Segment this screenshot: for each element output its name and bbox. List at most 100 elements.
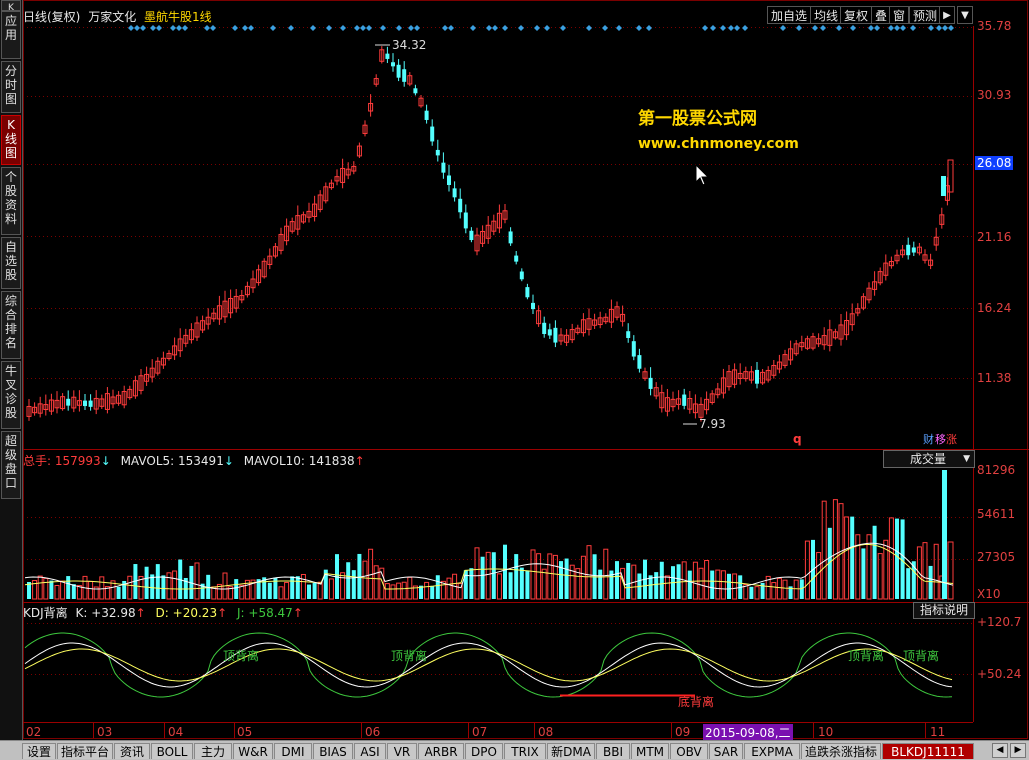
- window-button[interactable]: 窗: [889, 6, 910, 24]
- signal-diamond-icon: [710, 25, 716, 31]
- left-strip-handle[interactable]: K: [1, 0, 21, 13]
- signal-diamond-icon: [868, 25, 874, 31]
- tab-boll[interactable]: BOLL: [151, 743, 193, 759]
- up-arrow-icon: ↑: [217, 606, 228, 620]
- tab-trix[interactable]: TRIX: [504, 743, 546, 759]
- overlay-button[interactable]: 叠: [871, 6, 892, 24]
- time-label: 11: [930, 725, 946, 739]
- left-tab-ranking[interactable]: 综合排名: [1, 291, 21, 359]
- tab-mtm[interactable]: MTM: [631, 743, 669, 759]
- signal-diamond-icon: [366, 25, 372, 31]
- tab-settings[interactable]: 设置: [22, 743, 56, 759]
- volume-bar: [776, 577, 782, 600]
- left-tab-intraday[interactable]: 分时图: [1, 61, 21, 113]
- volume-bar: [239, 584, 245, 600]
- candle-body: [424, 110, 429, 120]
- menu-down-icon[interactable]: ▼: [957, 6, 973, 24]
- signal-diamond-icon: [408, 25, 414, 31]
- tab-dmi[interactable]: DMI: [274, 743, 312, 759]
- left-tab-watchlist[interactable]: 自选股: [1, 237, 21, 289]
- signal-diamond-icon: [210, 25, 216, 31]
- tab-expma[interactable]: EXPMA: [744, 743, 800, 759]
- candle-body: [508, 231, 513, 244]
- left-tab-super-quote[interactable]: 超级盘口: [1, 431, 21, 499]
- tab-bias[interactable]: BIAS: [313, 743, 353, 759]
- volume-bar: [290, 576, 295, 599]
- signal-diamond-icon: [270, 25, 276, 31]
- add-watchlist-button[interactable]: 加自选: [767, 6, 812, 24]
- volume-bar: [469, 568, 474, 599]
- kdj-axis-label: +120.7: [977, 615, 1022, 629]
- left-tab-diagnosis[interactable]: 牛叉诊股: [1, 361, 21, 429]
- indicator-help-button[interactable]: 指标说明: [913, 602, 975, 619]
- tab-main-force[interactable]: 主力: [194, 743, 232, 759]
- time-label: 10: [818, 725, 834, 739]
- volume-bar: [749, 586, 754, 599]
- candle-body: [447, 175, 451, 186]
- kdj-lines: [24, 632, 953, 698]
- tab-wr[interactable]: W&R: [233, 743, 273, 759]
- kdj-name[interactable]: KDJ背离: [23, 606, 68, 620]
- volume-bar: [503, 544, 507, 599]
- tab-blkdj[interactable]: BLKDJ11111: [882, 743, 974, 759]
- tab-obv[interactable]: OBV: [670, 743, 708, 759]
- candle-body: [547, 329, 552, 336]
- tab-indicator-platform[interactable]: 指标平台: [57, 743, 113, 759]
- zhang-badge[interactable]: 涨: [946, 433, 957, 446]
- cai-badge[interactable]: 财: [923, 432, 934, 446]
- rights-adjust-button[interactable]: 复权: [840, 6, 873, 24]
- play-arrow-icon[interactable]: ▶: [939, 6, 955, 24]
- candle-body: [441, 162, 446, 173]
- volume-bar: [519, 567, 524, 599]
- tab-asi[interactable]: ASI: [354, 743, 386, 759]
- tab-dpo[interactable]: DPO: [465, 743, 503, 759]
- indicator-dropdown[interactable]: 成交量 ▼: [883, 450, 975, 468]
- candle-body: [385, 53, 390, 59]
- volume-bar: [928, 565, 933, 599]
- moving-average-button[interactable]: 均线: [810, 6, 843, 24]
- tab-vr[interactable]: VR: [387, 743, 417, 759]
- candle-body: [947, 159, 954, 193]
- volume-bar: [351, 570, 356, 599]
- candle-body: [755, 369, 759, 384]
- scroll-left-icon[interactable]: ◀: [992, 743, 1008, 758]
- tab-arbr[interactable]: ARBR: [418, 743, 464, 759]
- mavol10-label: MAVOL10:: [243, 454, 305, 468]
- tab-news[interactable]: 资讯: [114, 743, 150, 759]
- signal-diamond-icon: [874, 25, 880, 31]
- chart-area[interactable]: 34.32 7.93 第一股票公式网 www.chnmoney.com q 财 …: [23, 0, 1029, 741]
- formula-name[interactable]: 墨航牛股1线: [144, 10, 212, 24]
- tab-chase-indicator[interactable]: 追跌杀涨指标: [801, 743, 881, 759]
- chart-canvas[interactable]: 34.32 7.93 第一股票公式网 www.chnmoney.com q 财 …: [23, 0, 1029, 740]
- forecast-button[interactable]: 预测: [909, 6, 942, 24]
- volume-bar: [654, 572, 659, 599]
- left-tab-kline[interactable]: K线图: [1, 115, 21, 165]
- volume-bar: [861, 548, 866, 599]
- q-badge: q: [793, 432, 802, 446]
- tab-new-dma[interactable]: 新DMA: [547, 743, 595, 759]
- volume-bar: [485, 551, 491, 600]
- tab-sar[interactable]: SAR: [709, 743, 743, 759]
- signal-diamond-icon: [646, 25, 652, 31]
- signal-diamond-icon: [850, 25, 856, 31]
- price-axis-label: 35.78: [977, 19, 1012, 33]
- volume-bar: [278, 586, 284, 600]
- candle-body: [469, 230, 474, 241]
- indicator-dropdown-value: 成交量: [910, 452, 947, 466]
- kdj-annotation-1: 顶背离: [223, 648, 259, 663]
- yi-badge[interactable]: 移: [935, 433, 946, 446]
- time-label: 04: [168, 725, 184, 739]
- volume-bar: [547, 553, 553, 600]
- candle-body: [637, 355, 642, 369]
- left-tab-stock-info[interactable]: 个股资料: [1, 167, 21, 235]
- left-tab-apps[interactable]: 应用: [1, 11, 21, 59]
- cursor-date-label: 2015-09-08,二: [703, 724, 793, 741]
- signal-diamond-icon: [518, 25, 524, 31]
- scroll-right-icon[interactable]: ▶: [1010, 743, 1026, 758]
- signal-diamond-icon: [128, 25, 134, 31]
- signal-diamond-icon: [820, 25, 826, 31]
- stock-chart-window: K 应用 分时图 K线图 个股资料 自选股 综合排名 牛叉诊股 超级盘口 34.…: [0, 0, 1029, 760]
- volume-bar: [514, 554, 519, 599]
- chart-type-label[interactable]: 日线(复权): [23, 10, 80, 24]
- tab-bbi[interactable]: BBI: [596, 743, 630, 759]
